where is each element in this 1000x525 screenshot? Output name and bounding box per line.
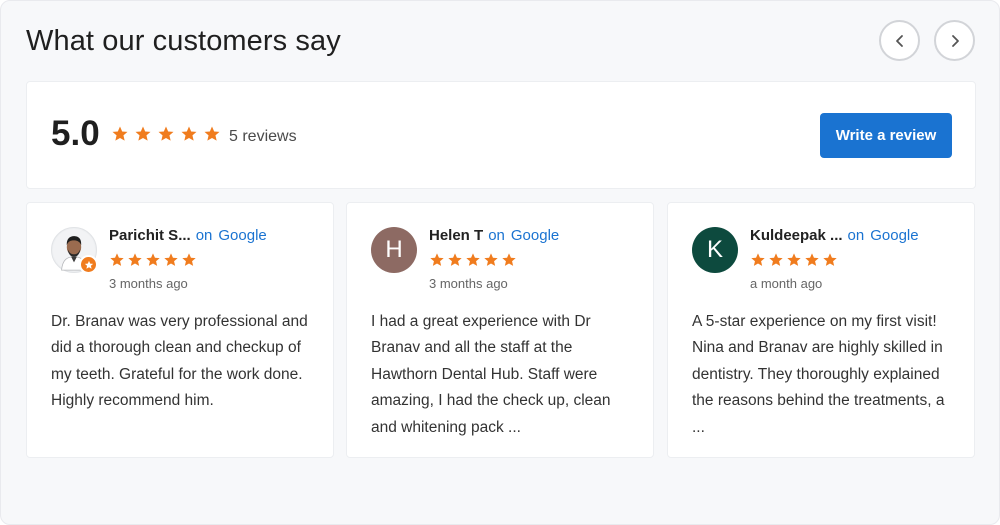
review-stars <box>109 252 197 268</box>
average-score: 5.0 <box>51 114 100 153</box>
star-icon <box>84 260 93 269</box>
star-icon <box>447 252 463 268</box>
reviewer-name[interactable]: Helen T <box>429 227 483 244</box>
star-icon <box>134 125 152 143</box>
reviewer-line: Kuldeepak ... on Google <box>750 227 919 244</box>
previous-button[interactable] <box>879 20 920 61</box>
summary-stars <box>111 125 221 143</box>
star-icon <box>145 252 161 268</box>
star-icon <box>768 252 784 268</box>
featured-badge <box>79 255 98 274</box>
reviews-widget: What our customers say 5.0 5 reviews Wri… <box>0 0 1000 525</box>
avatar <box>51 227 98 274</box>
write-review-button[interactable]: Write a review <box>820 113 952 158</box>
reviewer-line: Helen T on Google <box>429 227 559 244</box>
review-card: Parichit S... on Google 3 months ago Dr.… <box>26 202 334 458</box>
on-label: on <box>195 227 213 244</box>
review-count: 5 reviews <box>229 128 297 145</box>
chevron-left-icon <box>895 34 903 47</box>
star-icon <box>163 252 179 268</box>
section-title: What our customers say <box>26 25 341 57</box>
review-time: 3 months ago <box>109 276 188 291</box>
star-icon <box>429 252 445 268</box>
avatar-initial: H <box>385 236 403 263</box>
avatar: H <box>371 227 417 273</box>
star-icon <box>483 252 499 268</box>
review-time: a month ago <box>750 276 823 291</box>
star-icon <box>465 252 481 268</box>
avatar: K <box>692 227 738 273</box>
reviewer-name[interactable]: Kuldeepak ... <box>750 227 843 244</box>
reviewer-name[interactable]: Parichit S... <box>109 227 191 244</box>
review-text: A 5-star experience on my first visit! N… <box>692 313 945 436</box>
next-button[interactable] <box>934 20 975 61</box>
on-label: on <box>488 227 505 244</box>
reviewer-line: Parichit S... on Google <box>109 227 267 244</box>
star-icon <box>501 252 517 268</box>
star-icon <box>203 125 221 143</box>
avatar-initial: K <box>706 236 723 263</box>
review-text: Dr. Branav was very professional and did… <box>51 313 308 410</box>
star-icon <box>181 252 197 268</box>
star-icon <box>822 252 838 268</box>
star-icon <box>804 252 820 268</box>
review-source-link[interactable]: Google <box>511 227 559 244</box>
review-stars <box>750 252 838 268</box>
star-icon <box>127 252 143 268</box>
review-text: I had a great experience with Dr Branav … <box>371 313 611 436</box>
review-source-link[interactable]: Google <box>870 227 918 244</box>
star-icon <box>180 125 198 143</box>
star-icon <box>157 125 175 143</box>
chevron-right-icon <box>951 34 959 47</box>
review-card: H Helen T on Google 3 months ago I had a… <box>346 202 654 458</box>
star-icon <box>109 252 125 268</box>
star-icon <box>111 125 129 143</box>
on-label: on <box>847 227 865 244</box>
rating-summary: 5.0 5 reviews Write a review <box>26 81 976 189</box>
star-icon <box>786 252 802 268</box>
review-time: 3 months ago <box>429 276 508 291</box>
star-icon <box>750 252 766 268</box>
review-stars <box>429 252 517 268</box>
review-source-link[interactable]: Google <box>218 227 266 244</box>
review-card: K Kuldeepak ... on Google a month ago A … <box>667 202 975 458</box>
